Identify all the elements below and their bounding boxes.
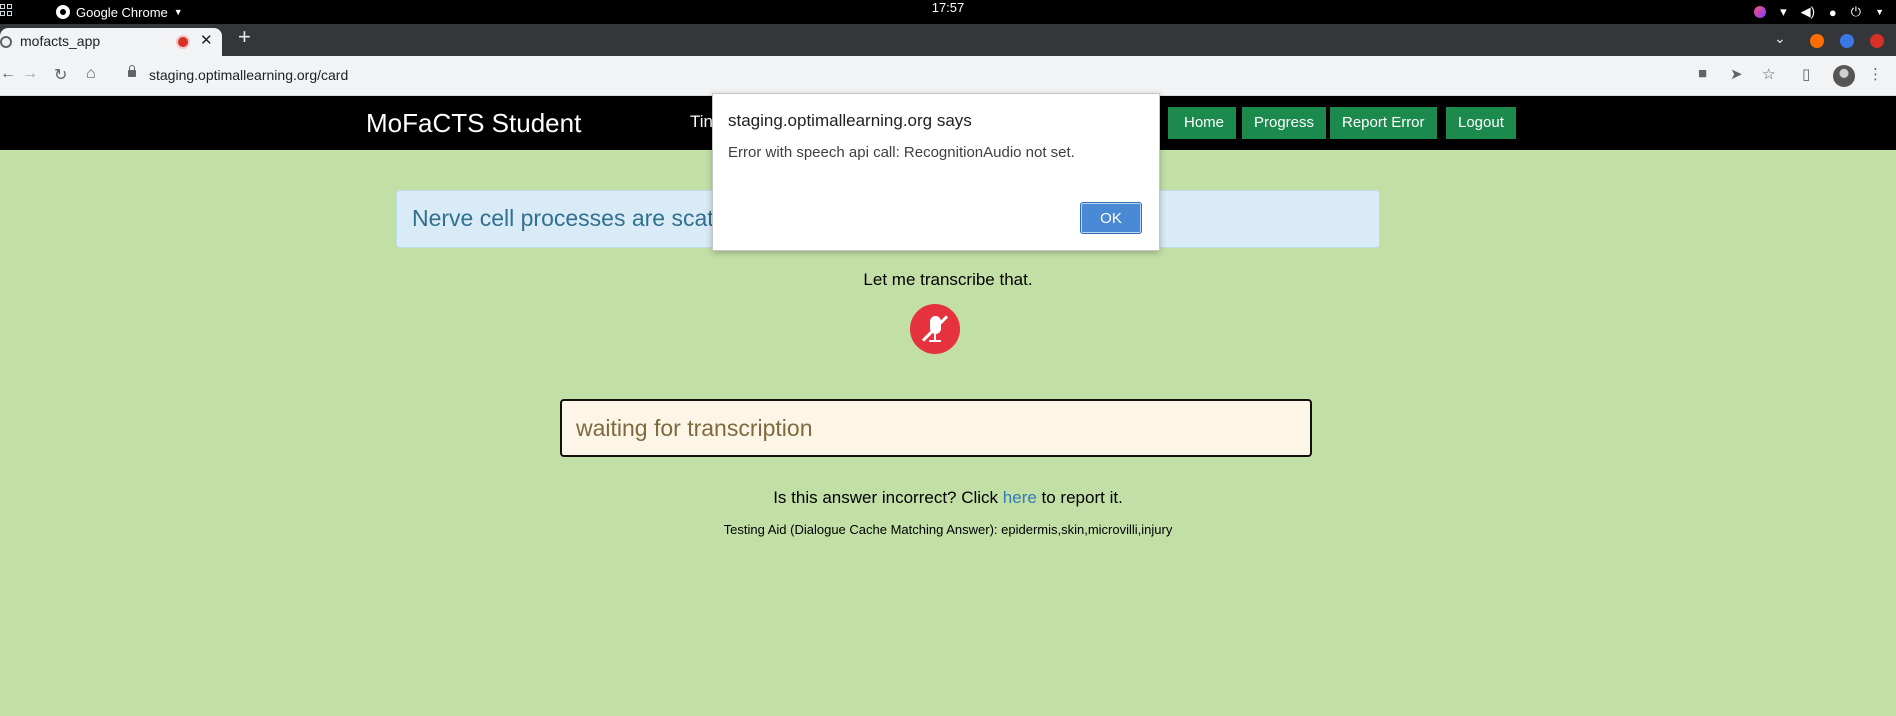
camera-icon[interactable]: ■ — [1698, 65, 1707, 82]
brand-title[interactable]: MoFaCTS Student — [366, 108, 581, 139]
logout-button[interactable]: Logout — [1446, 107, 1516, 139]
home-icon[interactable]: ⌂ — [86, 65, 96, 83]
profile-avatar[interactable] — [1833, 65, 1855, 87]
window-maximize-button[interactable] — [1840, 34, 1854, 48]
clock[interactable]: 17:57 — [0, 0, 1896, 16]
new-tab-button[interactable]: + — [238, 24, 251, 50]
transcribe-prompt: Let me transcribe that. — [863, 270, 1033, 289]
side-panel-icon[interactable]: ▯ — [1802, 65, 1810, 83]
window-minimize-button[interactable] — [1810, 34, 1824, 48]
microphone-icon: ● — [1828, 4, 1837, 20]
testing-aid: Testing Aid (Dialogue Cache Matching Ans… — [723, 522, 1173, 537]
tab-mofacts[interactable]: mofacts_app ✕ — [0, 28, 222, 56]
firefox-icon — [1754, 6, 1767, 18]
kebab-menu-icon[interactable]: ⋮ — [1868, 65, 1883, 83]
close-icon[interactable]: ✕ — [200, 31, 213, 49]
back-icon[interactable]: ← — [0, 65, 16, 83]
bookmark-star-icon[interactable]: ☆ — [1762, 65, 1775, 83]
home-button[interactable]: Home — [1172, 107, 1237, 139]
microphone-base — [929, 340, 941, 342]
lock-icon[interactable] — [128, 65, 136, 77]
dialog-title: staging.optimallearning.org says — [728, 111, 972, 130]
question-text: Nerve cell processes are scat — [412, 205, 714, 231]
tab-title: mofacts_app — [20, 33, 101, 49]
progress-button[interactable]: Progress — [1242, 107, 1327, 139]
tab-strip: mofacts_app ✕ + ⌄ — [0, 24, 1896, 56]
wifi-icon: ▾ — [1780, 4, 1787, 19]
chevron-down-icon: ▼ — [1875, 7, 1884, 17]
report-error-button[interactable]: Report Error — [1330, 107, 1437, 139]
alert-dialog: staging.optimallearning.org says Error w… — [712, 93, 1160, 251]
recording-indicator-icon — [178, 37, 188, 47]
send-icon[interactable]: ➤ — [1730, 65, 1743, 83]
ok-button[interactable]: OK — [1080, 202, 1142, 234]
globe-icon — [0, 36, 12, 48]
tab-search-icon[interactable]: ⌄ — [1774, 30, 1786, 47]
report-answer-line: Is this answer incorrect? Click here to … — [0, 488, 1896, 508]
volume-icon: ◀) — [1800, 4, 1815, 19]
report-here-link[interactable]: here — [1003, 488, 1037, 507]
answer-input[interactable] — [560, 399, 1312, 457]
forward-icon[interactable]: → — [22, 65, 38, 83]
address-bar[interactable]: staging.optimallearning.org/card — [149, 67, 348, 83]
os-top-bar: Google Chrome ▼ 17:57 ▾ ◀) ● ⏻ ▼ — [0, 0, 1896, 24]
microphone-button[interactable] — [910, 304, 960, 354]
dialog-message: Error with speech api call: RecognitionA… — [728, 144, 1075, 161]
system-tray[interactable]: ▾ ◀) ● ⏻ ▼ — [1754, 0, 1884, 24]
browser-toolbar: ← → ↻ ⌂ staging.optimallearning.org/card… — [0, 56, 1896, 96]
reload-icon[interactable]: ↻ — [54, 65, 67, 85]
nav-link-partial[interactable]: Tin — [690, 112, 713, 132]
window-close-button[interactable] — [1870, 34, 1884, 48]
report-prefix: Is this answer incorrect? Click — [773, 488, 1003, 507]
power-icon: ⏻ — [1850, 4, 1862, 19]
report-suffix: to report it. — [1036, 488, 1123, 507]
